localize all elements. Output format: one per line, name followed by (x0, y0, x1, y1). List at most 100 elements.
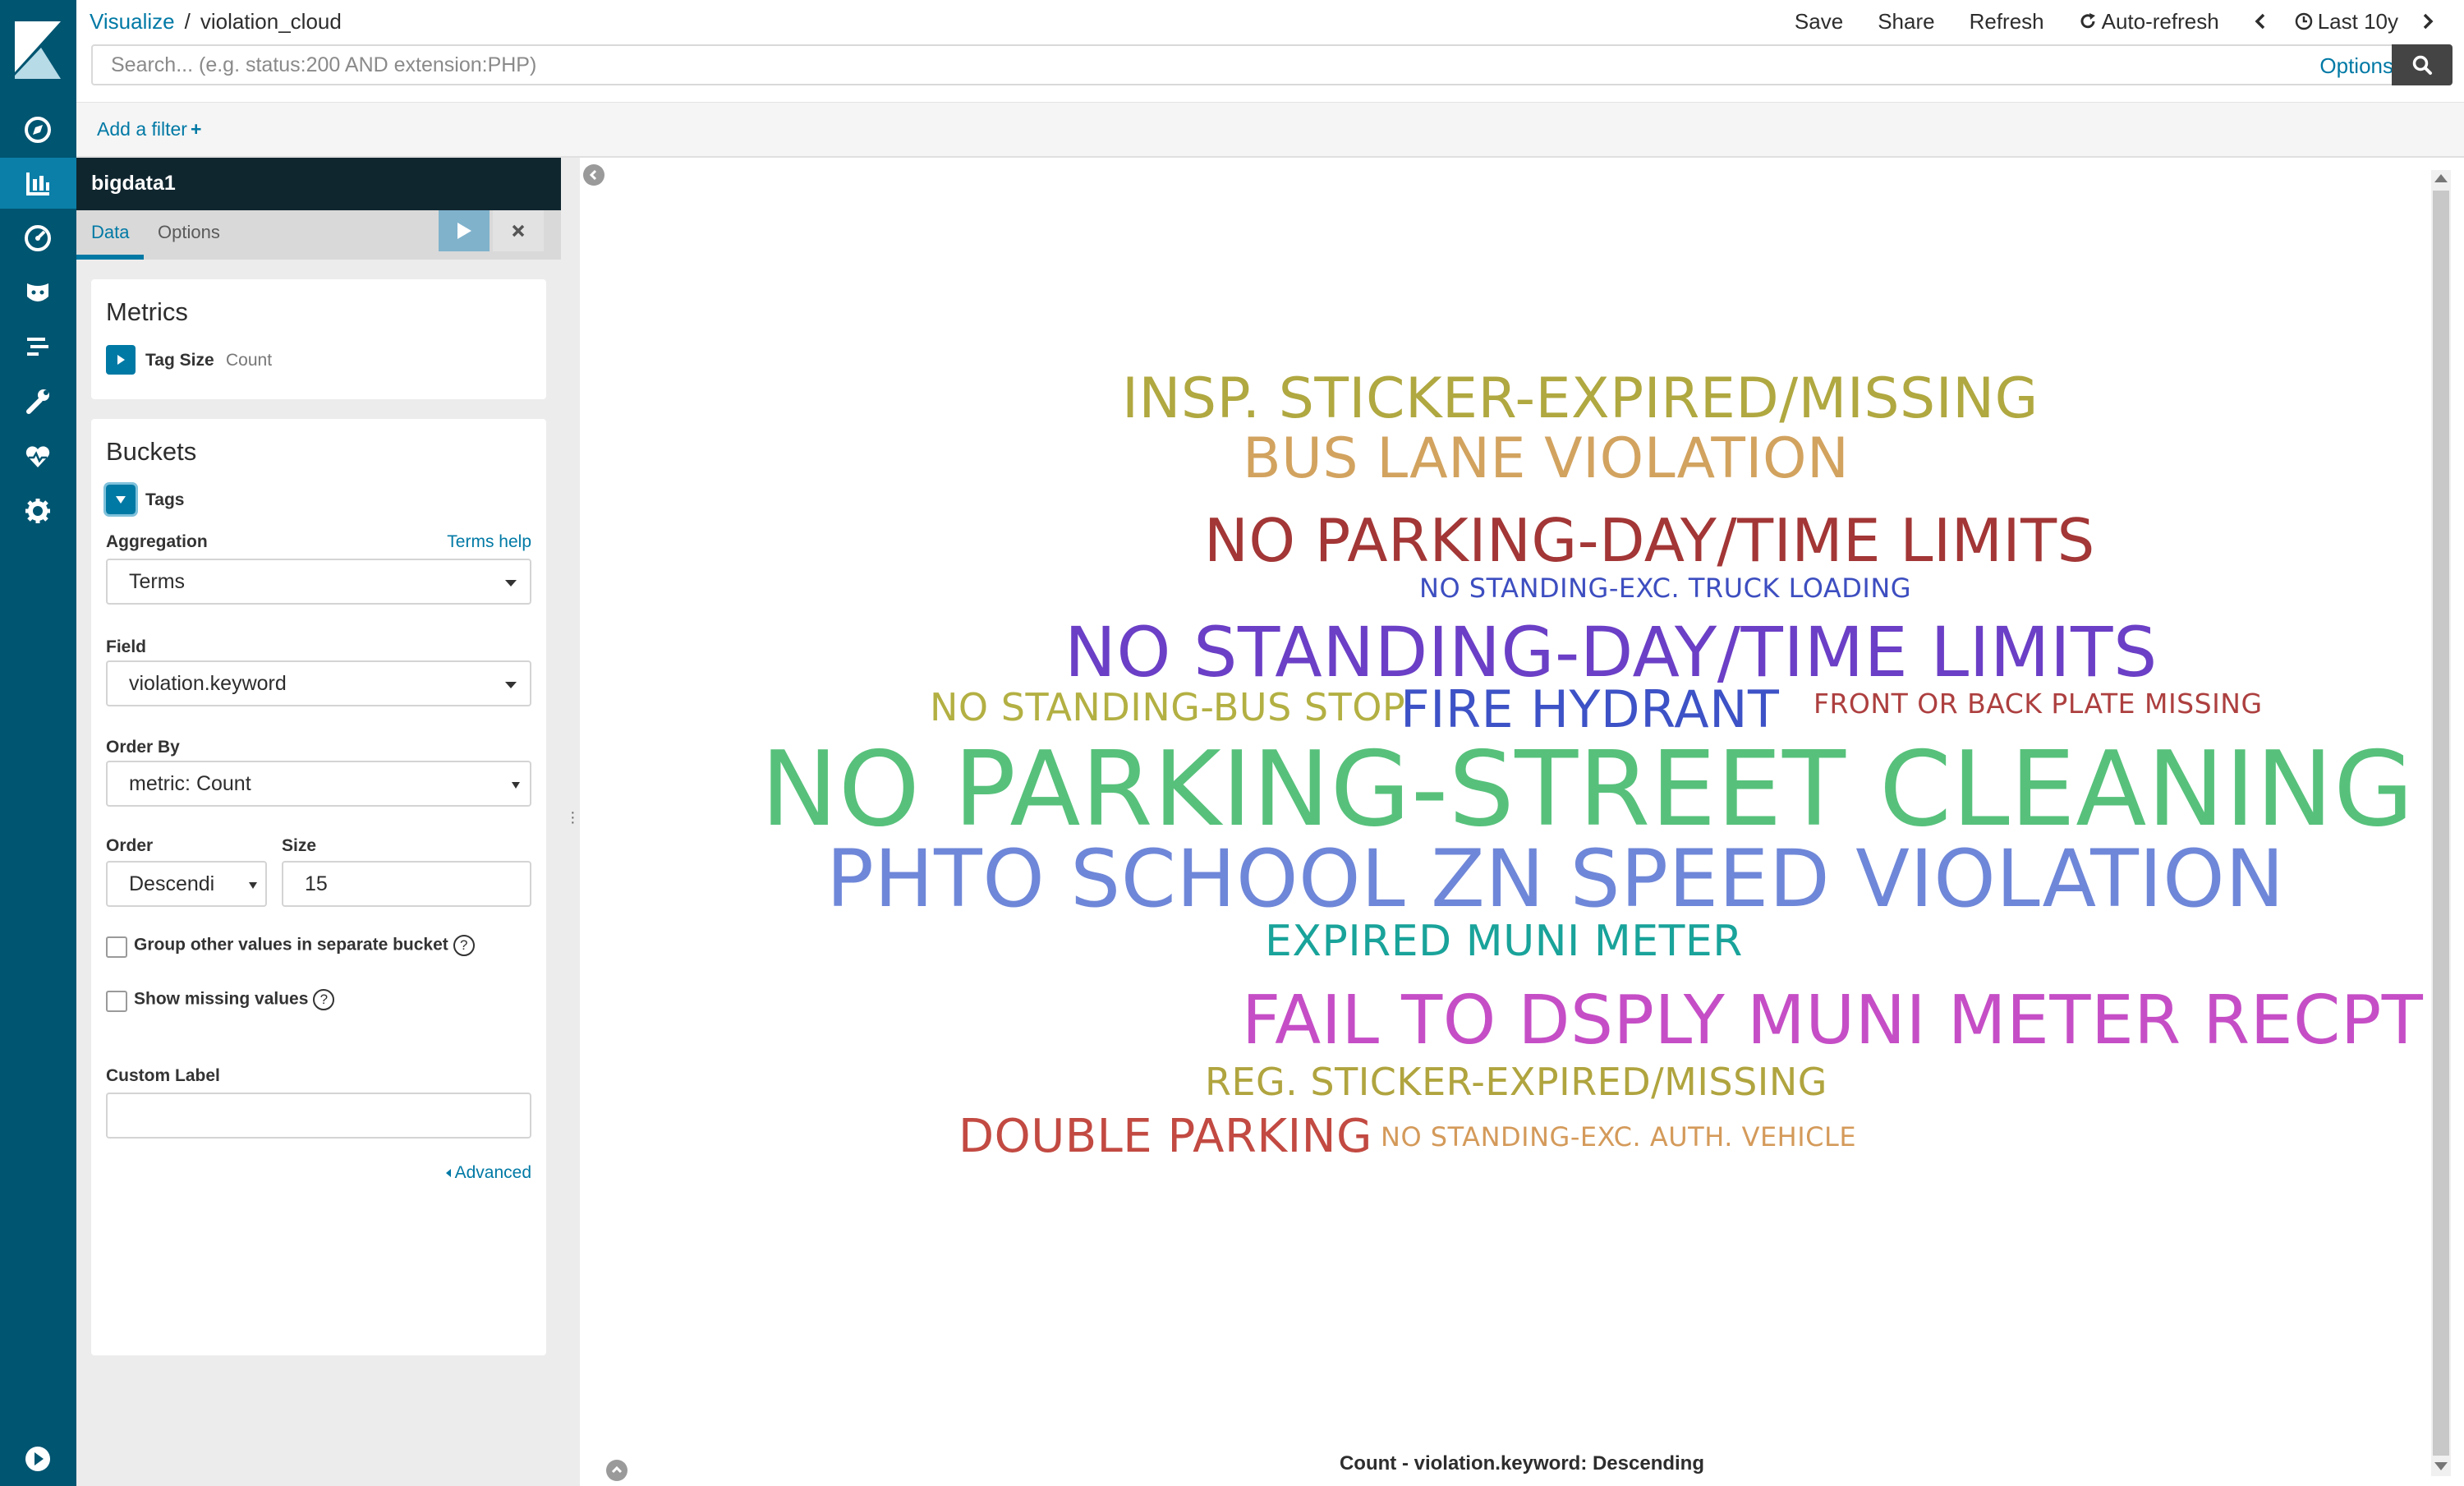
visualization-canvas: · · · INSP. STICKER-EXPIRED/MISSING BUS LAN… (570, 158, 2464, 1486)
timelion-icon[interactable] (15, 269, 61, 315)
caret-left-icon (445, 1169, 451, 1177)
monitoring-icon[interactable] (15, 434, 61, 480)
dashboard-icon[interactable] (15, 215, 61, 261)
search-options-button[interactable]: Options (2319, 53, 2393, 79)
collapse-nav-icon[interactable] (15, 1436, 61, 1482)
refresh-button[interactable]: Refresh (1970, 7, 2044, 36)
size-value: 15 (305, 872, 328, 895)
toggle-spy-panel-icon[interactable] (606, 1460, 627, 1481)
global-nav (0, 0, 76, 1486)
tab-data[interactable]: Data (91, 222, 129, 243)
breadcrumb-current: violation_cloud (200, 9, 342, 34)
help-icon[interactable]: ? (453, 935, 475, 956)
refresh-icon (2080, 13, 2095, 29)
time-range-label: Last 10y (2317, 9, 2398, 34)
scroll-up-arrow-icon[interactable] (2434, 174, 2448, 182)
metric-expand-toggle[interactable] (106, 345, 136, 375)
filter-bar: Add a filter + (76, 102, 2464, 158)
metrics-panel: Metrics Tag Size Count (91, 279, 546, 399)
size-label: Size (282, 836, 317, 855)
apply-changes-button[interactable] (439, 210, 490, 251)
order-by-value: metric: Count (129, 772, 251, 795)
tag-cloud-word[interactable]: NO PARKING-DAY/TIME LIMITS (1204, 511, 2095, 570)
advanced-toggle-link[interactable]: Advanced (445, 1163, 531, 1183)
time-forward-button[interactable] (2421, 12, 2439, 30)
breadcrumb-separator: / (184, 9, 191, 34)
share-button[interactable]: Share (1878, 7, 1934, 36)
tag-cloud-word[interactable]: PHTO SCHOOL ZN SPEED VIOLATION (826, 840, 2285, 918)
time-picker-button[interactable]: Last 10y (2295, 7, 2398, 36)
order-by-select[interactable]: metric: Count (106, 761, 531, 807)
group-other-label: Group other values in separate bucket? (134, 935, 475, 956)
tag-cloud-word[interactable]: FIRE HYDRANT (1400, 684, 1779, 735)
search-placeholder: Search... (e.g. status:200 AND extension… (111, 53, 537, 76)
metrics-title: Metrics (106, 297, 188, 326)
scrollbar-thumb[interactable] (2433, 191, 2449, 1456)
collapse-sidebar-icon[interactable] (583, 164, 605, 186)
tag-cloud-label: Count - violation.keyword: Descending (1339, 1452, 1705, 1474)
tag-cloud-word[interactable]: EXPIRED MUNI METER (1265, 920, 1743, 963)
visualize-icon[interactable] (0, 158, 76, 209)
save-button[interactable]: Save (1795, 7, 1843, 36)
kibana-logo[interactable] (11, 18, 64, 82)
add-filter-label: Add a filter (97, 118, 187, 140)
chevron-left-icon (2255, 13, 2264, 30)
group-other-checkbox[interactable] (106, 936, 127, 958)
search-submit-button[interactable] (2392, 44, 2453, 85)
tag-cloud-word[interactable]: INSP. STICKER-EXPIRED/MISSING (1122, 371, 2039, 427)
tab-options[interactable]: Options (158, 222, 220, 243)
clock-icon (2295, 12, 2312, 30)
tag-cloud-word[interactable]: NO STANDING-BUS STOP (930, 688, 1405, 726)
dev-tools-icon[interactable] (15, 378, 61, 424)
tag-cloud-word[interactable]: FAIL TO DSPLY MUNI METER RECPT (1242, 987, 2423, 1055)
size-input[interactable]: 15 (282, 861, 531, 907)
tag-cloud-word[interactable]: DOUBLE PARKING (958, 1114, 1372, 1160)
buckets-title: Buckets (106, 437, 197, 466)
dropdown-caret-icon (505, 682, 517, 688)
search-input[interactable]: Search... (e.g. status:200 AND extension… (91, 44, 2415, 85)
tag-cloud-word[interactable]: NO STANDING-EXC. TRUCK LOADING (1419, 575, 1911, 601)
chevron-right-icon (2423, 13, 2434, 30)
index-pattern-title: bigdata1 (91, 172, 176, 195)
field-label: Field (106, 637, 147, 656)
breadcrumb-visualize-link[interactable]: Visualize (90, 9, 175, 34)
metric-agg-type: Count (226, 351, 273, 370)
auto-refresh-button[interactable]: Auto-refresh (2079, 7, 2219, 36)
top-actions: Save Share Refresh Auto-refresh Last 10y (1760, 7, 2439, 36)
aggregation-select[interactable]: Terms (106, 559, 531, 605)
group-other-text: Group other values in separate bucket (134, 935, 448, 955)
time-back-button[interactable] (2254, 12, 2272, 30)
custom-label-input[interactable] (106, 1093, 531, 1139)
management-icon[interactable] (15, 488, 61, 534)
scroll-down-arrow-icon[interactable] (2434, 1462, 2448, 1470)
help-icon[interactable]: ? (313, 989, 335, 1010)
tag-cloud-word[interactable]: NO STANDING-EXC. AUTH. VEHICLE (1381, 1124, 1856, 1150)
auto-refresh-label: Auto-refresh (2101, 9, 2219, 34)
order-value: Descendi (129, 872, 215, 895)
discover-icon[interactable] (15, 107, 61, 153)
tag-cloud-word[interactable]: FRONT OR BACK PLATE MISSING (1814, 690, 2263, 717)
tag-cloud-word[interactable]: BUS LANE VIOLATION (1243, 431, 1849, 487)
sidebar-resize-handle[interactable]: · · · (570, 804, 576, 830)
close-icon (512, 224, 525, 237)
dropdown-caret-icon (512, 782, 520, 789)
tag-cloud-word[interactable]: NO STANDING-DAY/TIME LIMITS (1064, 618, 2158, 687)
search-icon (2412, 55, 2432, 75)
terms-help-link[interactable]: Terms help (447, 532, 531, 552)
order-select[interactable]: Descendi (106, 861, 267, 907)
caret-right-icon (117, 355, 125, 365)
bucket-collapse-toggle[interactable] (103, 482, 138, 517)
active-tab-indicator (76, 255, 144, 260)
show-missing-label: Show missing values? (134, 989, 335, 1010)
show-missing-checkbox[interactable] (106, 991, 127, 1012)
field-value: violation.keyword (129, 672, 287, 695)
apm-icon[interactable] (15, 324, 61, 370)
breadcrumb: Visualize / violation_cloud (90, 7, 342, 36)
add-filter-button[interactable]: Add a filter + (97, 118, 201, 140)
order-by-label: Order By (106, 738, 180, 757)
tag-cloud-word[interactable]: REG. STICKER-EXPIRED/MISSING (1205, 1063, 1827, 1101)
custom-label-label: Custom Label (106, 1066, 220, 1085)
field-select[interactable]: violation.keyword (106, 660, 531, 706)
discard-changes-button[interactable] (493, 210, 544, 251)
tag-cloud-word[interactable]: NO PARKING-STREET CLEANING (761, 738, 2414, 841)
